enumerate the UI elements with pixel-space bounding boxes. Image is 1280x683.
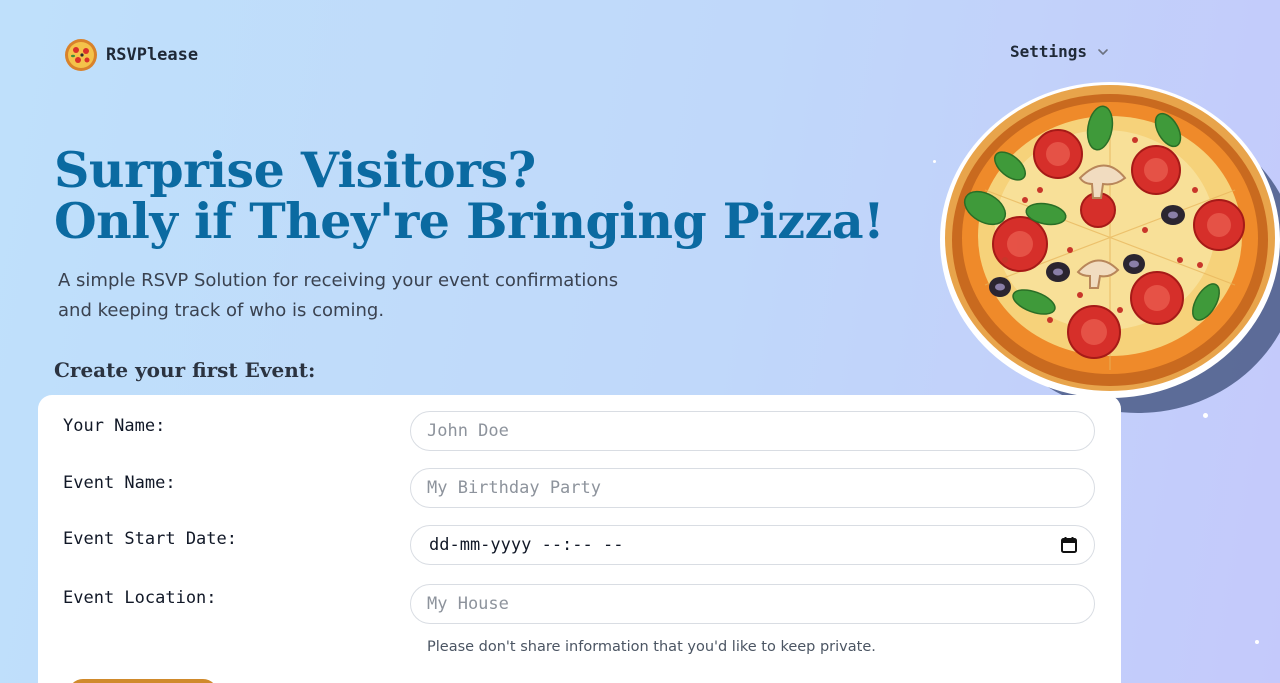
hero-subtitle: A simple RSVP Solution for receiving you… (58, 270, 619, 321)
pizza-logo-icon (65, 39, 97, 71)
brand[interactable]: RSVPlease (64, 38, 198, 72)
hero-title-line-1: Surprise Visitors? (54, 141, 536, 199)
hero-title: Surprise Visitors? Only if They're Bring… (54, 141, 885, 250)
chevron-down-icon (1098, 48, 1108, 55)
brand-name: RSVPlease (106, 45, 199, 65)
event-start-date-input[interactable]: dd-mm-yyyy --:-- -- (410, 525, 1095, 565)
create-event-button[interactable] (68, 679, 218, 683)
settings-menu[interactable]: Settings (1010, 42, 1109, 61)
event-name-label: Event Name: (63, 473, 176, 493)
your-name-label: Your Name: (63, 416, 166, 436)
sparkle (1203, 413, 1208, 418)
event-start-date-label: Event Start Date: (63, 529, 237, 549)
privacy-hint: Please don't share information that you'… (427, 639, 876, 655)
create-event-form: Your Name: Event Name: Event Start Date:… (38, 395, 1121, 683)
hero-title-line-2: Only if They're Bringing Pizza! (54, 192, 885, 250)
your-name-input[interactable] (410, 411, 1095, 451)
pizza-illustration (940, 82, 1280, 413)
form-section-title: Create your first Event: (54, 358, 316, 382)
event-location-input[interactable] (410, 584, 1095, 624)
event-location-label: Event Location: (63, 588, 217, 608)
sparkle (933, 160, 936, 163)
calendar-icon[interactable] (1060, 536, 1078, 554)
event-name-input[interactable] (410, 468, 1095, 508)
sparkle (1255, 640, 1259, 644)
settings-label: Settings (1010, 42, 1088, 61)
event-start-date-value: dd-mm-yyyy --:-- -- (429, 535, 624, 555)
